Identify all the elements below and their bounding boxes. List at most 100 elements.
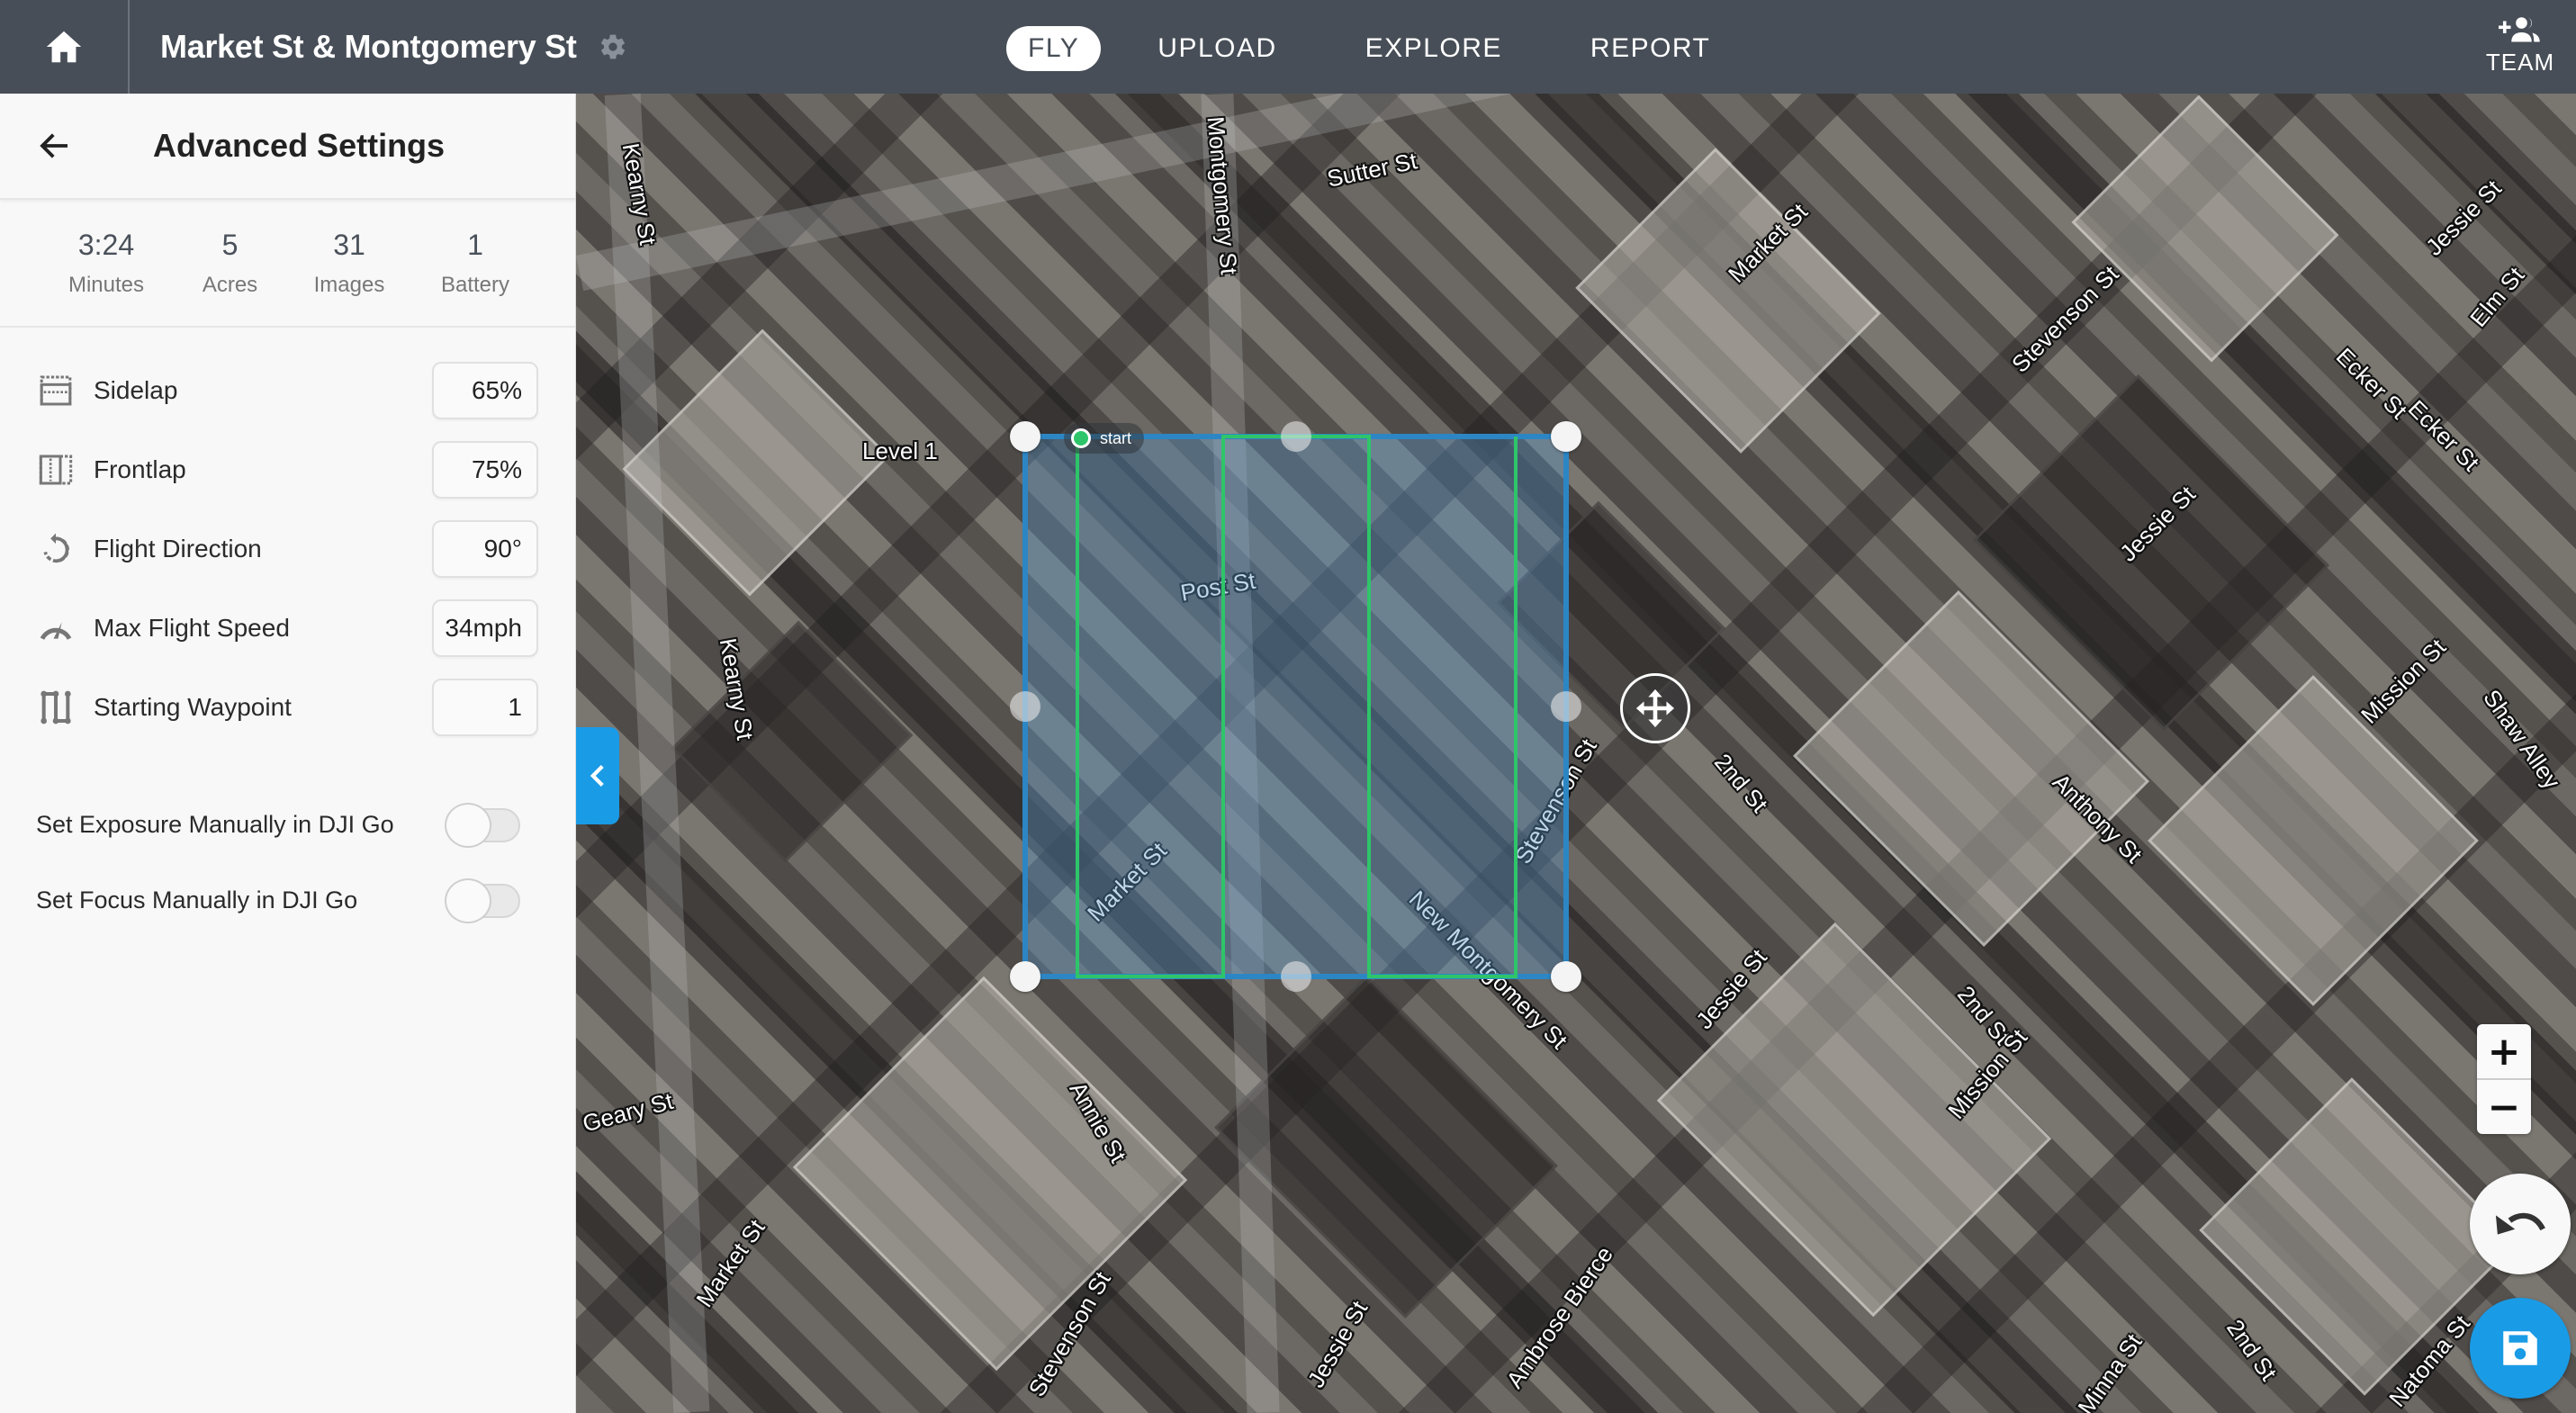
zoom-in-button[interactable]: + [2477, 1024, 2531, 1078]
setting-sidelap: Sidelap [0, 351, 575, 430]
midpoint-handle-s[interactable] [1281, 961, 1311, 992]
street-label: Market St [690, 1214, 770, 1312]
vertex-handle-ne[interactable] [1551, 421, 1581, 452]
move-polygon-button[interactable] [1620, 673, 1690, 743]
setting-max-flight-speed: Max Flight Speed [0, 589, 575, 668]
stat-acres: 5 Acres [183, 229, 277, 298]
vertex-handle-se[interactable] [1551, 961, 1581, 992]
street-label: Stevenson St [2006, 260, 2124, 378]
toggle-row-focus: Set Focus Manually in DJI Go [0, 862, 575, 938]
speedometer-icon [38, 610, 74, 646]
stat-minutes: 3:24 Minutes [39, 229, 174, 298]
toggle-label: Set Focus Manually in DJI Go [36, 886, 358, 914]
max-flight-speed-input[interactable] [432, 599, 538, 657]
focus-toggle[interactable] [445, 878, 526, 923]
setting-label: Max Flight Speed [94, 614, 290, 642]
street-label: Elm St [2464, 261, 2530, 332]
collapse-panel-button[interactable] [576, 727, 619, 824]
waypoint-path-icon [38, 689, 74, 725]
toggle-row-exposure: Set Exposure Manually in DJI Go [0, 787, 575, 862]
setting-label: Starting Waypoint [94, 693, 292, 721]
project-title: Market St & Montgomery St [160, 28, 577, 65]
start-label: start [1100, 428, 1132, 447]
stat-label: Images [313, 272, 385, 297]
arrow-left-icon [40, 133, 68, 158]
sidelap-icon [38, 373, 74, 409]
stat-label: Battery [440, 272, 510, 297]
advanced-settings-panel: Advanced Settings 3:24 Minutes 5 Acres 3… [0, 94, 576, 1413]
exposure-toggle[interactable] [445, 803, 526, 848]
toggle-knob [445, 878, 491, 923]
map-building [792, 976, 1188, 1372]
satellite-map[interactable]: Kearny St Montgomery St Sutter St Market… [576, 94, 2576, 1413]
stat-battery: 1 Battery [412, 229, 538, 298]
midpoint-handle-e[interactable] [1551, 691, 1581, 722]
setting-frontlap: Frontlap [0, 430, 575, 509]
add-team-member-icon [2499, 17, 2540, 42]
street-label: Sutter St [1324, 147, 1419, 193]
map-road [1201, 94, 1280, 1413]
stat-images: 31 Images [286, 229, 412, 298]
back-button[interactable] [32, 123, 77, 168]
setting-flight-direction: Flight Direction [0, 509, 575, 589]
starting-waypoint-input[interactable] [432, 679, 538, 736]
stat-label: Acres [202, 272, 258, 297]
street-label: Shaw Alley [2478, 684, 2566, 795]
home-button[interactable] [0, 0, 130, 94]
street-label: Level 1 [862, 437, 938, 464]
street-label: Ambrose Bierce [1500, 1241, 1618, 1393]
setting-label: Frontlap [94, 455, 186, 483]
tab-fly[interactable]: FLY [1006, 26, 1102, 71]
flight-stats: 3:24 Minutes 5 Acres 31 Images 1 Battery [0, 200, 575, 328]
street-label: Minna St [2072, 1328, 2148, 1413]
street-label: New Montgomery St [1403, 885, 1573, 1055]
undo-button[interactable] [2470, 1174, 2571, 1274]
toggle-label: Set Exposure Manually in DJI Go [36, 810, 394, 838]
street-label: Ecker St [2330, 342, 2413, 425]
setting-label: Flight Direction [94, 535, 262, 562]
panel-header: Advanced Settings [0, 94, 575, 200]
tab-explore[interactable]: EXPLORE [1349, 26, 1518, 71]
frontlap-input[interactable] [432, 441, 538, 499]
stat-value: 5 [221, 228, 239, 261]
stat-value: 31 [333, 228, 365, 261]
vertex-handle-nw[interactable] [1010, 421, 1040, 452]
gear-icon[interactable] [599, 32, 627, 61]
top-nav-bar: Market St & Montgomery St FLY UPLOAD EXP… [0, 0, 2576, 94]
street-label: Mission St [2355, 633, 2452, 729]
flight-direction-input[interactable] [432, 520, 538, 578]
tab-report[interactable]: REPORT [1574, 26, 1726, 71]
home-icon [46, 31, 82, 63]
tab-upload[interactable]: UPLOAD [1141, 26, 1293, 71]
midpoint-handle-w[interactable] [1010, 691, 1040, 722]
floppy-disk-icon [2503, 1331, 2537, 1365]
midpoint-handle-n[interactable] [1281, 421, 1311, 452]
setting-label: Sidelap [94, 376, 178, 404]
stat-value: 1 [467, 228, 483, 261]
street-label: Jessie St [2420, 174, 2507, 261]
chevron-left-icon [590, 765, 604, 787]
street-label: Ecker St [2402, 394, 2485, 477]
street-label: 2nd St [2221, 1314, 2283, 1386]
move-arrows-icon [1635, 688, 1675, 728]
street-label: Jessie St [1302, 1296, 1374, 1392]
toggle-knob [445, 803, 491, 848]
map-building [1656, 922, 2052, 1318]
toggle-list: Set Exposure Manually in DJI Go Set Focu… [0, 787, 575, 938]
stat-value: 3:24 [77, 228, 135, 261]
street-label: Market St [1082, 836, 1172, 927]
undo-icon [2495, 1212, 2545, 1235]
team-button[interactable]: TEAM [2486, 16, 2554, 76]
sidelap-input[interactable] [432, 362, 538, 419]
setting-starting-waypoint: Starting Waypoint [0, 668, 575, 747]
save-button[interactable] [2470, 1298, 2571, 1399]
start-dot-icon [1071, 428, 1091, 448]
settings-list: Sidelap Frontlap Flight Direction Max Fl… [0, 328, 575, 747]
map-building [671, 620, 914, 863]
street-label: Stevenson St [1509, 734, 1602, 868]
zoom-out-button[interactable]: − [2477, 1080, 2531, 1134]
team-label: TEAM [2485, 49, 2555, 76]
zoom-control: + − [2477, 1024, 2531, 1134]
vertex-handle-sw[interactable] [1010, 961, 1040, 992]
map-building [1575, 148, 1881, 454]
